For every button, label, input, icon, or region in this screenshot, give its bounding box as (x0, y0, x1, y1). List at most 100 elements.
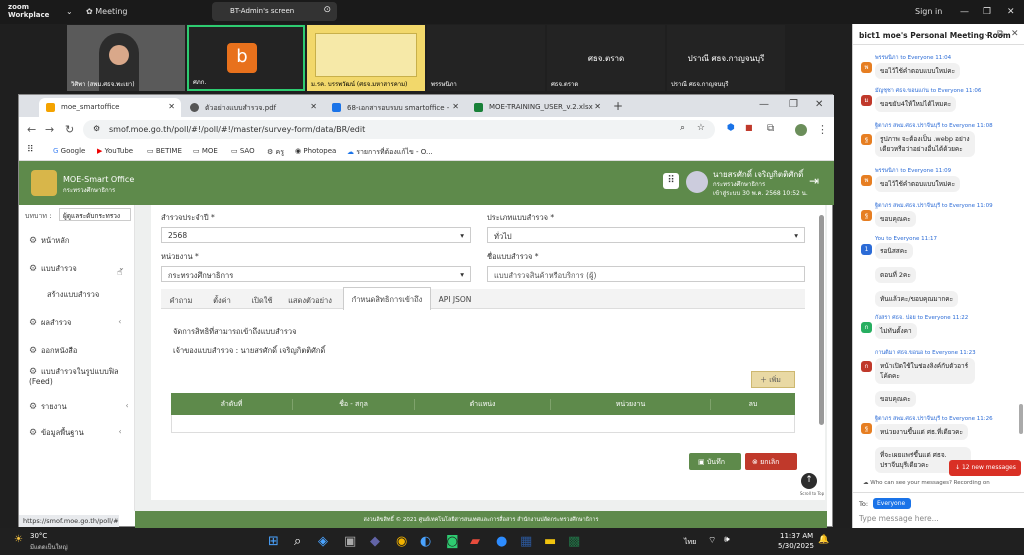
powerpoint-icon[interactable]: ▰ (470, 534, 480, 549)
edge-icon[interactable]: ◐ (420, 534, 431, 549)
screen-share-label[interactable]: BT-Admin's screen ⊙ (212, 2, 337, 21)
type-select[interactable]: ทั่วไป ▾ (487, 227, 805, 243)
close-tab-icon[interactable]: ✕ (452, 102, 459, 111)
search-icon[interactable]: ⌕ (294, 534, 301, 549)
bookmark-betime[interactable]: ▭ BETIME (147, 147, 182, 155)
cancel-button[interactable]: ⊗ ยกเลิก (745, 453, 797, 470)
excel-icon[interactable]: ▩ (568, 534, 580, 549)
sidebar-item-feed-survey[interactable]: ⚙ แบบสำรวจในรูปแบบฟิล (Feed) (29, 367, 129, 387)
sidebar-item-create-survey[interactable]: สร้างแบบสำรวจ (47, 289, 99, 301)
browser-tab[interactable]: ตัวอย่างแบบสำรวจ.pdf ✕ (183, 98, 323, 117)
close-icon[interactable]: ✕ (815, 99, 823, 110)
chat-scrollbar[interactable] (1019, 404, 1023, 434)
site-info-icon[interactable]: ⚙ (93, 124, 100, 133)
line-icon[interactable]: ◙ (446, 534, 459, 549)
restore-icon[interactable]: ❐ (789, 99, 798, 110)
sidebar-item-survey[interactable]: ⚙ แบบสำรวจ ⌄ (29, 263, 125, 275)
copilot-icon[interactable]: ◈ (318, 534, 328, 549)
sidebar-item-basic-data[interactable]: ⚙ ข้อมูลพื้นฐาน ‹ (29, 427, 122, 439)
back-icon[interactable]: ← (27, 123, 36, 136)
clock-date[interactable]: 5/30/2025 (778, 542, 814, 550)
close-icon[interactable]: ✕ (1011, 29, 1019, 39)
new-tab-icon[interactable]: + (613, 99, 623, 113)
file-explorer-icon[interactable]: ▬ (544, 534, 556, 549)
windows-start-icon[interactable]: ⊞ (268, 534, 279, 549)
bookmark-moe[interactable]: ▭ MOE (193, 147, 218, 155)
weather-temp[interactable]: 30°C (30, 532, 47, 540)
clock-time[interactable]: 11:37 AM (780, 532, 813, 540)
url-input[interactable]: ⚙ smof.moe.go.th/poll/#!/poll/#!/master/… (83, 120, 715, 139)
tab-api-json[interactable]: API JSON (435, 289, 475, 309)
chrome-menu-icon[interactable]: ⋮ (817, 123, 828, 136)
minimize-icon[interactable]: — (759, 99, 769, 110)
new-messages-button[interactable]: ↓ 12 new messages (949, 460, 1021, 476)
participant-tile[interactable]: ปราณี ศธจ.กาญจนบุรี ปราณี ศธจ.กาญจนบุรี (667, 25, 785, 91)
popout-icon[interactable]: ⧉ (997, 29, 1003, 39)
agency-select[interactable]: กระทรวงศึกษาธิการ ▾ (161, 266, 471, 282)
bookmark-kru[interactable]: ⚙ ครู (267, 147, 284, 158)
volume-icon[interactable]: 🕪 (724, 535, 730, 545)
profile-avatar[interactable] (795, 124, 807, 136)
scrollbar-thumb[interactable] (819, 215, 824, 425)
forward-icon[interactable]: → (45, 123, 54, 136)
participant-tile[interactable]: พรรษนิภา (427, 25, 545, 91)
bookmark-todo[interactable]: ☁ รายการที่ต้องแก้ไข - O... (347, 147, 433, 158)
minimize-icon[interactable]: — (960, 7, 969, 17)
apps-icon[interactable]: ⠿ (27, 145, 34, 155)
chevron-down-icon[interactable]: ⌄ (983, 29, 991, 39)
language-indicator[interactable]: ไทย (684, 537, 696, 548)
recipient-select[interactable]: Everyone ⌄ (873, 498, 911, 514)
browser-tab[interactable]: moe_smartoffice ✕ (39, 98, 181, 117)
task-view-icon[interactable]: ▣ (344, 534, 356, 549)
chrome-icon[interactable]: ◉ (396, 534, 407, 549)
notification-icon[interactable]: 🔔 (818, 535, 829, 545)
participant-tile[interactable]: วิศิพา (สพม.ศธจ.พะเยา) (67, 25, 185, 91)
browser-tab[interactable]: 68-เอกสารอบรมบ smartoffice - ✕ (325, 98, 465, 117)
add-access-button[interactable]: ＋ เพิ่ม (751, 371, 795, 388)
more-icon[interactable]: ⊙ (323, 5, 331, 15)
zoom-icon[interactable]: ⌕ (680, 123, 685, 133)
scroll-to-top-button[interactable]: ↑ (801, 473, 817, 489)
bookmark-google[interactable]: G Google (53, 147, 85, 155)
participant-tile[interactable]: ม.รค. บรรพวัฒน์ (ศธจ.มหาสารคาม) (307, 25, 425, 91)
participant-tile[interactable]: ศธจ.ตราด ศธจ.ตราด (547, 25, 665, 91)
sign-in-button[interactable]: Sign in (915, 7, 942, 16)
zoom-app-icon[interactable]: ● (496, 534, 507, 549)
user-avatar[interactable] (686, 171, 708, 193)
close-tab-icon[interactable]: ✕ (168, 102, 175, 111)
meeting-tab[interactable]: ✿ Meeting (86, 7, 128, 16)
bookmark-youtube[interactable]: ▶ YouTube (97, 147, 133, 155)
sidebar-item-home[interactable]: ⚙ หน้าหลัก (29, 235, 69, 247)
year-select[interactable]: 2568 ▾ (161, 227, 471, 243)
reload-icon[interactable]: ↻ (65, 123, 74, 136)
role-select[interactable]: ผู้ดูแลระดับกระทรวง (59, 208, 131, 221)
word-icon[interactable]: ▦ (520, 534, 532, 549)
browser-tab[interactable]: MOE-TRAINING_USER_v.2.xlsx ✕ (467, 98, 607, 117)
chevron-down-icon[interactable]: ⌄ (66, 7, 73, 16)
survey-name-input[interactable]: แบบสำรวจสินค้าหรือบริการ (ผู้) (487, 266, 805, 282)
bookmark-sao[interactable]: ▭ SAO (231, 147, 255, 155)
close-icon[interactable]: ✕ (1007, 7, 1015, 17)
close-tab-icon[interactable]: ✕ (594, 102, 601, 111)
maximize-icon[interactable]: ❐ (983, 7, 991, 17)
translate-icon[interactable]: ⬢ (727, 123, 735, 133)
bookmark-star-icon[interactable]: ☆ (697, 123, 705, 133)
tab-questions[interactable]: คำถาม (161, 289, 201, 309)
apps-grid-icon[interactable]: ⠿ (663, 173, 679, 189)
sidebar-item-reports[interactable]: ⚙ รายงาน ‹ (29, 401, 129, 413)
tab-preview[interactable]: แสดงตัวอย่าง (283, 289, 337, 309)
wifi-icon[interactable]: ⌔ (708, 535, 716, 546)
tab-settings[interactable]: ตั้งค่า (203, 289, 241, 309)
message-input[interactable]: Type message here... (859, 514, 939, 523)
save-button[interactable]: ▣ บันทึก (689, 453, 741, 470)
logout-icon[interactable]: ⇥ (809, 174, 819, 188)
participant-tile[interactable]: b ศภก. (187, 25, 305, 91)
sidebar-item-results[interactable]: ⚙ ผลสำรวจ ‹ (29, 317, 121, 329)
extensions-icon[interactable]: ⧉ (767, 123, 774, 134)
extension-icon[interactable]: ■ (745, 123, 753, 132)
close-tab-icon[interactable]: ✕ (310, 102, 317, 111)
tab-access-rights[interactable]: กำหนดสิทธิการเข้าถึง (343, 287, 431, 310)
sidebar-item-issue-letter[interactable]: ⚙ ออกหนังสือ (29, 345, 77, 357)
tab-enable[interactable]: เปิดใช้ (243, 289, 281, 309)
bookmark-photopea[interactable]: ◉ Photopea (295, 147, 336, 155)
